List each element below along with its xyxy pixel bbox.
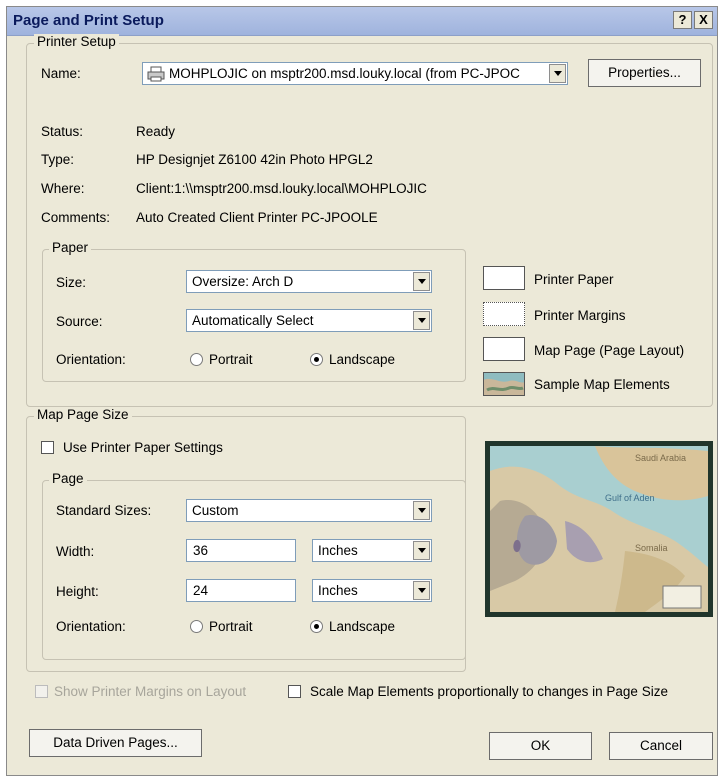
page-portrait-label[interactable]: Portrait [209,619,253,634]
ok-button[interactable]: OK [489,732,592,760]
printer-margins-label: Printer Margins [534,308,626,323]
scale-elements-checkbox[interactable] [288,685,301,698]
width-unit-value: Inches [318,543,358,558]
paper-source-select[interactable]: Automatically Select [186,309,432,332]
printer-setup-legend: Printer Setup [34,34,119,49]
map-page-swatch [483,337,525,361]
paper-landscape-label[interactable]: Landscape [329,352,395,367]
width-unit-select[interactable]: Inches [312,539,432,562]
paper-portrait-label[interactable]: Portrait [209,352,253,367]
page-portrait-radio[interactable] [190,620,203,633]
map-label-somalia: Somalia [635,543,668,553]
height-unit-select[interactable]: Inches [312,579,432,602]
chevron-down-icon[interactable] [413,541,430,560]
data-driven-pages-button[interactable]: Data Driven Pages... [29,729,202,757]
height-input[interactable]: 24 [186,579,296,602]
where-value: Client:1:\\msptr200.msd.louky.local\MOHP… [136,181,427,196]
cancel-button[interactable]: Cancel [609,732,713,760]
standard-sizes-label: Standard Sizes: [56,503,152,518]
chevron-down-icon[interactable] [549,64,566,83]
printer-paper-swatch [483,266,525,290]
map-label-saudi: Saudi Arabia [635,453,686,463]
map-label-aden: Gulf of Aden [605,493,655,503]
paper-portrait-radio[interactable] [190,353,203,366]
page-landscape-label[interactable]: Landscape [329,619,395,634]
show-margins-label[interactable]: Show Printer Margins on Layout [54,684,246,699]
paper-orientation-label: Orientation: [56,352,126,367]
standard-sizes-select[interactable]: Custom [186,499,432,522]
name-label: Name: [41,66,81,81]
width-label: Width: [56,544,95,559]
sample-elements-label: Sample Map Elements [534,377,670,392]
page-legend: Page [49,471,87,486]
chevron-down-icon[interactable] [413,581,430,600]
paper-size-label: Size: [56,275,87,290]
help-button[interactable]: ? [673,11,692,29]
printer-margins-swatch [483,302,525,326]
printer-icon [147,66,165,82]
use-printer-settings-checkbox[interactable] [41,441,54,454]
chevron-down-icon[interactable] [413,501,430,520]
comments-label: Comments: [41,210,111,225]
title-bar: Page and Print Setup ? X [7,7,717,36]
paper-source-value: Automatically Select [192,313,314,328]
paper-source-label: Source: [56,314,103,329]
height-label: Height: [56,584,99,599]
sample-map-elements-icon [483,372,525,396]
page-landscape-radio[interactable] [310,620,323,633]
dialog-title: Page and Print Setup [13,12,164,29]
map-preview: Saudi Arabia Gulf of Aden Somalia [485,441,713,617]
where-label: Where: [41,181,85,196]
map-page-label: Map Page (Page Layout) [534,343,685,358]
printer-paper-label: Printer Paper [534,272,614,287]
printer-name-value: MOHPLOJIC on msptr200.msd.louky.local (f… [169,66,520,81]
height-unit-value: Inches [318,583,358,598]
map-page-size-legend: Map Page Size [34,407,132,422]
scale-elements-label[interactable]: Scale Map Elements proportionally to cha… [310,684,668,699]
properties-button[interactable]: Properties... [588,59,701,87]
standard-sizes-value: Custom [192,503,239,518]
paper-landscape-radio[interactable] [310,353,323,366]
type-value: HP Designjet Z6100 42in Photo HPGL2 [136,152,373,167]
close-button[interactable]: X [694,11,713,29]
comments-value: Auto Created Client Printer PC-JPOOLE [136,210,378,225]
printer-name-select[interactable]: MOHPLOJIC on msptr200.msd.louky.local (f… [142,62,568,85]
page-orientation-label: Orientation: [56,619,126,634]
height-value: 24 [193,583,209,598]
width-value: 36 [193,543,209,558]
width-input[interactable]: 36 [186,539,296,562]
paper-legend: Paper [49,240,92,255]
show-margins-checkbox[interactable] [35,685,48,698]
type-label: Type: [41,152,75,167]
paper-size-select[interactable]: Oversize: Arch D [186,270,432,293]
chevron-down-icon[interactable] [413,311,430,330]
chevron-down-icon[interactable] [413,272,430,291]
status-value: Ready [136,124,176,139]
page-print-setup-dialog: Page and Print Setup ? X Printer Setup N… [6,6,718,776]
paper-size-value: Oversize: Arch D [192,274,294,289]
status-label: Status: [41,124,84,139]
use-printer-settings-label[interactable]: Use Printer Paper Settings [63,440,223,455]
